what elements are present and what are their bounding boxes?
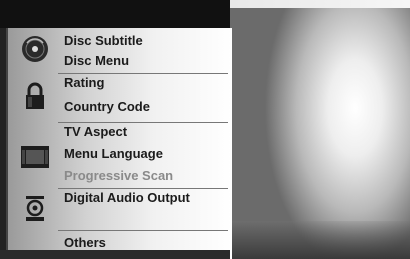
group-divider <box>58 230 228 231</box>
tv-icon <box>21 146 49 168</box>
menu-group-tv: TV Aspect Menu Language Progressive Scan <box>8 124 232 190</box>
menu-item-rating[interactable]: Rating <box>64 75 104 90</box>
menu-item-progressive-scan[interactable]: Progressive Scan <box>64 168 173 183</box>
menu-item-others[interactable]: Others <box>64 235 106 250</box>
menu-item-tv-aspect[interactable]: TV Aspect <box>64 124 127 139</box>
menu-header-bar <box>0 0 230 28</box>
menu-group-audio: Digital Audio Output <box>8 190 232 228</box>
setup-menu: Disc Subtitle Disc Menu Rating Country C… <box>6 28 232 259</box>
menu-item-disc-subtitle[interactable]: Disc Subtitle <box>64 33 143 48</box>
menu-item-country-code[interactable]: Country Code <box>64 99 150 114</box>
setup-menu-screen: Disc Subtitle Disc Menu Rating Country C… <box>0 0 410 259</box>
group-divider <box>58 73 228 74</box>
menu-item-disc-menu[interactable]: Disc Menu <box>64 53 129 68</box>
group-divider <box>58 122 228 123</box>
menu-item-digital-audio-output[interactable]: Digital Audio Output <box>64 190 190 205</box>
menu-group-disc: Disc Subtitle Disc Menu <box>8 28 232 71</box>
lock-icon <box>26 82 44 109</box>
speaker-icon <box>26 196 44 221</box>
preview-top-edge <box>230 0 410 8</box>
menu-item-menu-language[interactable]: Menu Language <box>64 146 163 161</box>
group-divider <box>58 188 228 189</box>
preview-glow-panel <box>230 8 410 259</box>
menu-group-parental: Rating Country Code <box>8 75 232 120</box>
disc-icon <box>22 36 48 62</box>
bottom-edge <box>0 250 230 259</box>
